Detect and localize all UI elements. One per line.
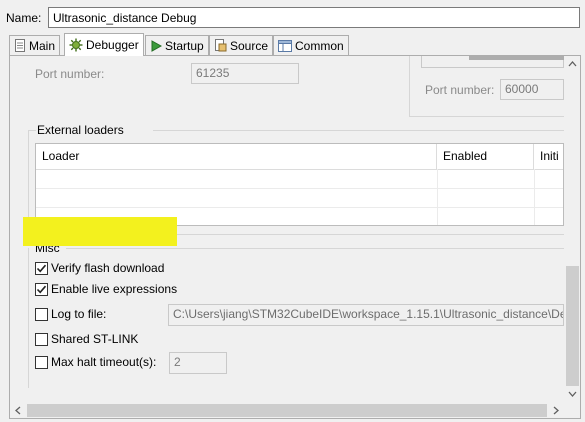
loaders-group-border-left-top: [28, 130, 36, 131]
max-halt-timeout-label: Max halt timeout(s):: [51, 355, 157, 369]
tab-common-label: Common: [295, 38, 344, 53]
main-tab-icon: [14, 39, 26, 52]
column-header-init[interactable]: Initi: [534, 144, 563, 169]
tab-debugger-label: Debugger: [86, 38, 139, 52]
misc-group-border-left: [28, 248, 29, 388]
tab-common[interactable]: Common: [273, 35, 349, 55]
common-table-icon: [278, 39, 292, 52]
max-halt-timeout-option[interactable]: Max halt timeout(s):: [35, 353, 156, 371]
shared-stlink-checkbox[interactable]: [35, 332, 48, 346]
table-col-line: [534, 169, 535, 225]
log-to-file-checkbox[interactable]: [35, 307, 48, 321]
name-label: Name:: [6, 11, 42, 25]
enable-live-expressions-option[interactable]: Enable live expressions: [35, 280, 177, 298]
tab-debugger[interactable]: Debugger: [64, 33, 144, 56]
tab-main-label: Main: [29, 38, 56, 53]
tab-startup-label: Startup: [165, 38, 204, 53]
tab-source[interactable]: Source: [209, 35, 274, 55]
shared-stlink-label: Shared ST-LINK: [51, 332, 139, 346]
max-halt-timeout-field[interactable]: 2: [169, 352, 227, 374]
debugger-panel: Port number: 61235 Port number: 60000 Ex…: [9, 55, 581, 419]
live-expressions-checkbox[interactable]: [35, 282, 48, 296]
right-group-border-bottom: [409, 116, 564, 117]
debugger-gear-icon: [69, 38, 83, 52]
scroll-up-arrow-icon[interactable]: [568, 60, 577, 68]
log-to-file-label: Log to file:: [51, 307, 107, 321]
shared-stlink-option[interactable]: Shared ST-LINK: [35, 330, 138, 348]
external-loaders-table[interactable]: Loader Enabled Initi: [35, 143, 564, 226]
scroll-right-arrow-icon[interactable]: [552, 406, 560, 415]
right-group-border: [409, 56, 410, 116]
name-input[interactable]: [48, 7, 580, 28]
horizontal-scroll-thumb[interactable]: [27, 404, 547, 417]
vertical-scrollbar[interactable]: [564, 56, 580, 402]
port-number-field[interactable]: 61235: [191, 63, 299, 84]
table-row-line: [36, 188, 563, 189]
log-to-file-option[interactable]: Log to file:: [35, 305, 106, 323]
misc-group-border-top: [66, 248, 564, 249]
right-port-number-label: Port number:: [425, 83, 495, 97]
source-icon: [214, 39, 227, 52]
loaders-group-border-top: [153, 130, 564, 131]
scroll-left-arrow-icon[interactable]: [14, 406, 22, 415]
right-port-number-field[interactable]: 60000: [500, 79, 564, 100]
verify-flash-label: Verify flash download: [51, 261, 165, 275]
max-halt-timeout-checkbox[interactable]: [35, 355, 48, 369]
highlight-marker: [23, 217, 177, 246]
tab-startup[interactable]: Startup: [145, 35, 209, 55]
right-partial-button: [469, 56, 564, 60]
table-col-line: [437, 169, 438, 225]
scroll-down-arrow-icon[interactable]: [568, 390, 577, 398]
tab-main[interactable]: Main: [9, 35, 61, 55]
startup-play-icon: [150, 39, 162, 52]
external-loaders-title: External loaders: [37, 123, 124, 137]
vertical-scroll-thumb[interactable]: [566, 266, 579, 386]
horizontal-scrollbar[interactable]: [10, 402, 564, 418]
log-file-path-field[interactable]: C:\Users\jiang\STM32CubeIDE\workspace_1.…: [168, 304, 564, 326]
tab-source-label: Source: [230, 38, 269, 53]
column-header-enabled[interactable]: Enabled: [437, 144, 534, 169]
port-number-label: Port number:: [35, 67, 105, 81]
live-expressions-label: Enable live expressions: [51, 282, 178, 296]
header-divider: [36, 169, 563, 170]
column-header-loader[interactable]: Loader: [36, 144, 437, 169]
verify-flash-checkbox[interactable]: [35, 261, 48, 275]
verify-flash-download-option[interactable]: Verify flash download: [35, 259, 164, 277]
table-row-line: [36, 207, 563, 208]
scroll-corner: [564, 402, 580, 418]
